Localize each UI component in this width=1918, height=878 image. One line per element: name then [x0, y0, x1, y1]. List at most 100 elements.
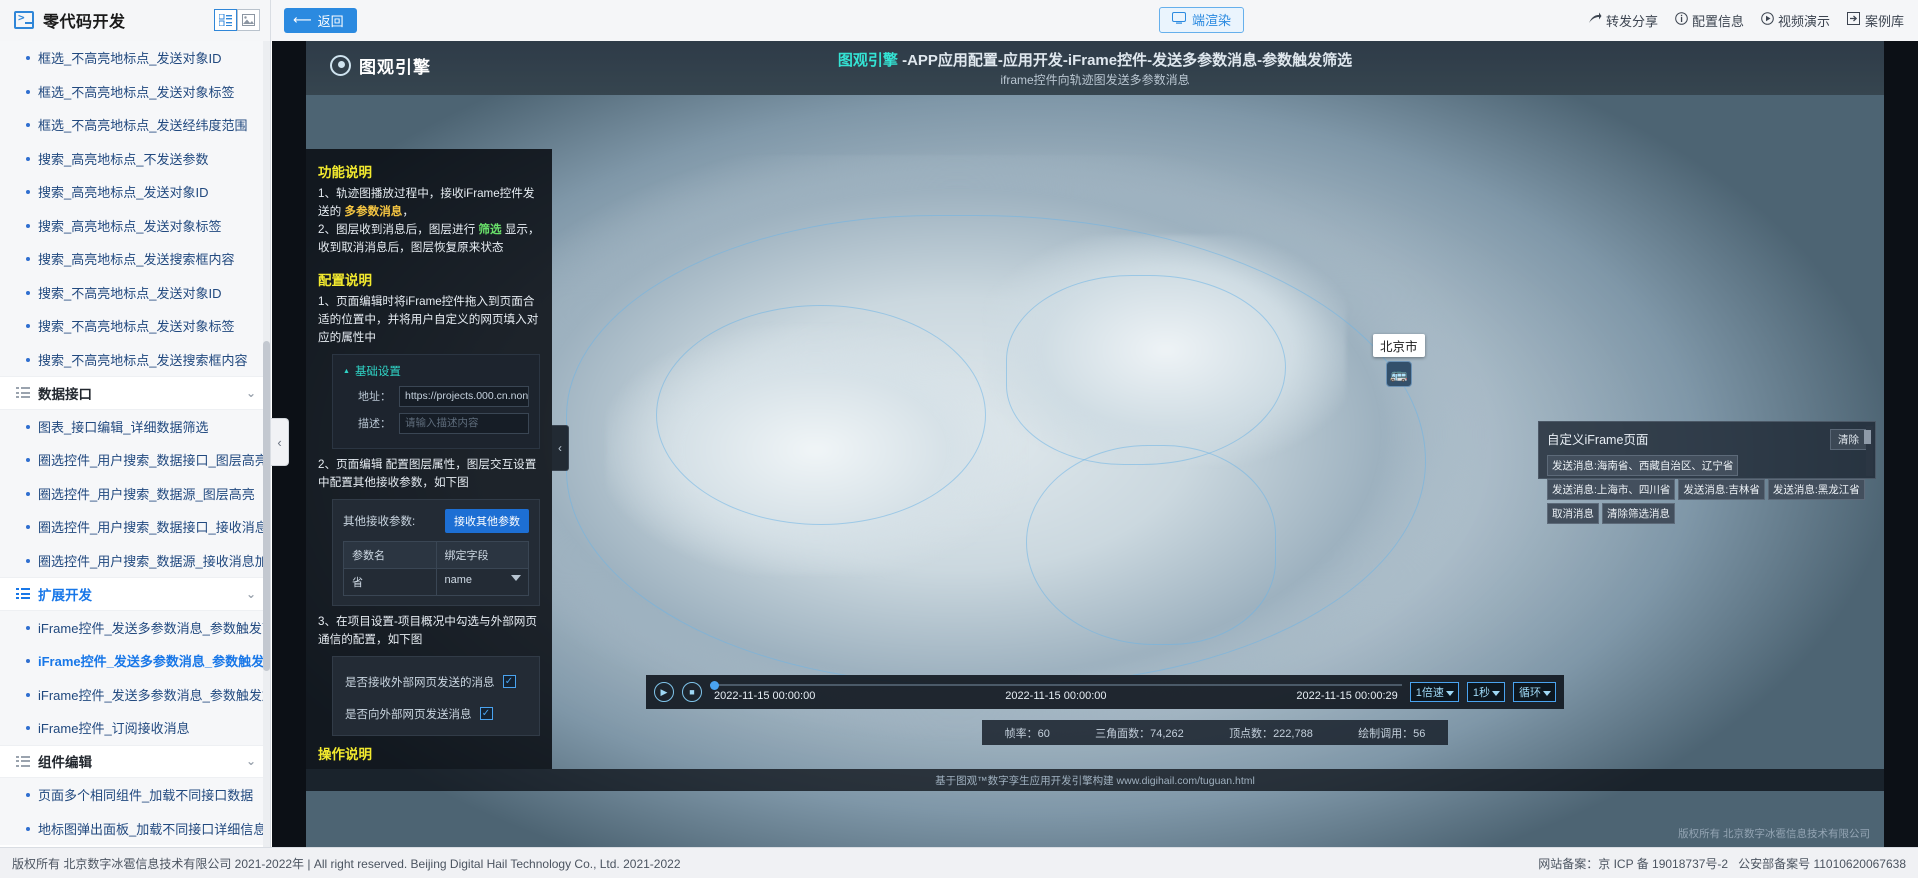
stop-icon[interactable]: ■	[682, 682, 702, 702]
address-input[interactable]: https://projects.000.cn.non.....myhu	[399, 385, 529, 407]
params-row-bind-value: name	[444, 573, 473, 586]
case-library-link[interactable]: 案例库	[1846, 11, 1904, 30]
back-button[interactable]: ⟵ 返回	[284, 7, 357, 33]
sidebar-group-21[interactable]: 组件编辑 ⌄	[0, 744, 270, 778]
send-external-checkbox[interactable]: ✓	[479, 707, 493, 721]
sidebar-item-8[interactable]: 搜索_不高亮地标点_发送对象标签	[0, 309, 270, 343]
sidebar-item-15[interactable]: 圈选控件_用户搜索_数据源_接收消息加...	[0, 543, 270, 577]
function-desc-line2-a: 2、图层收到消息后，图层进行	[318, 222, 479, 236]
instruction-panel-collapse-handle[interactable]: ‹	[552, 425, 569, 471]
instruction-panel: 功能说明 1、轨迹图播放过程中，接收iFrame控件发送的 多参数消息， 2、图…	[306, 149, 552, 769]
case-library-label: 案例库	[1864, 13, 1904, 29]
video-demo-link[interactable]: 视频演示	[1761, 11, 1830, 30]
sidebar-scrollbar-track[interactable]	[263, 41, 270, 847]
sidebar-scrollbar-thumb[interactable]	[263, 341, 270, 671]
sidebar-item-label: 搜索_高亮地标点_发送对象ID	[38, 185, 209, 201]
sidebar-collapse-handle[interactable]: ‹	[271, 418, 289, 466]
sidebar-item-3[interactable]: 搜索_高亮地标点_不发送参数	[0, 141, 270, 175]
sidebar-item-6[interactable]: 搜索_高亮地标点_发送搜索框内容	[0, 242, 270, 276]
clear-button[interactable]: 清除	[1830, 429, 1867, 450]
custom-iframe-header: 自定义iFrame页面 清除	[1547, 429, 1867, 450]
app-title-rest: -APP应用配置-应用开发-iFrame控件-发送多参数消息-参数触发筛选	[897, 52, 1353, 69]
sidebar-group-16[interactable]: 扩展开发 ⌄	[0, 577, 270, 611]
sidebar-item-label: 页面多个相同组件_加载不同接口数据	[38, 788, 254, 804]
map-marker-beijing[interactable]: 北京市 🚌	[1373, 334, 1425, 387]
config-info-link[interactable]: 配置信息	[1675, 11, 1744, 30]
sidebar-item-4[interactable]: 搜索_高亮地标点_发送对象ID	[0, 175, 270, 209]
back-arrow-icon: ⟵	[293, 12, 312, 27]
sidebar-item-12[interactable]: 圈选控件_用户搜索_数据接口_图层高亮	[0, 443, 270, 477]
list-view-icon[interactable]	[214, 9, 237, 31]
sidebar-item-label: 搜索_不高亮地标点_发送对象ID	[38, 285, 222, 301]
receive-external-label: 是否接收外部网页发送的消息	[345, 676, 495, 689]
timeline-playhead[interactable]	[710, 680, 719, 690]
sidebar-item-22[interactable]: 页面多个相同组件_加载不同接口数据	[0, 778, 270, 812]
step-select[interactable]: 1秒	[1466, 682, 1505, 702]
share-link[interactable]: 转发分享	[1588, 11, 1658, 30]
iframe-scrollbar-track[interactable]	[1864, 426, 1873, 476]
sidebar-item-14[interactable]: 圈选控件_用户搜索_数据接口_接收消息...	[0, 510, 270, 544]
iframe-message-button-3[interactable]: 发送消息:黑龙江省	[1767, 479, 1865, 500]
loop-select[interactable]: 循环	[1513, 682, 1556, 702]
receive-params-header: 其他接收参数: 接收其他参数	[343, 508, 529, 533]
sidebar-item-label: 搜索_不高亮地标点_发送搜索框内容	[38, 352, 248, 368]
description-input[interactable]: 请输入描述内容	[399, 412, 529, 434]
sidebar-item-label: iFrame控件_发送多参数消息_参数触发加...	[38, 687, 270, 703]
receive-external-checkbox[interactable]: ✓	[502, 675, 516, 689]
card-view-icon[interactable]	[237, 9, 260, 31]
iframe-message-button-4[interactable]: 取消消息	[1547, 503, 1599, 524]
fps-value: 60	[1037, 727, 1050, 740]
sidebar-item-label: 搜索_高亮地标点_不发送参数	[38, 151, 209, 167]
play-icon[interactable]: ▶	[654, 682, 674, 702]
timeline-track[interactable]: 2022-11-15 00:00:00 2022-11-15 00:00:00 …	[710, 675, 1402, 709]
sidebar-group-10[interactable]: 数据接口 ⌄	[0, 376, 270, 410]
chevron-down-icon[interactable]: ⌄	[246, 386, 256, 400]
sidebar-item-2[interactable]: 框选_不高亮地标点_发送经纬度范围	[0, 108, 270, 142]
iframe-message-button-1[interactable]: 发送消息:上海市、四川省	[1547, 479, 1676, 500]
sidebar-item-20[interactable]: iFrame控件_订阅接收消息	[0, 711, 270, 745]
iframe-scrollbar-thumb[interactable]	[1864, 430, 1871, 444]
send-external-label: 是否向外部网页发送消息	[345, 708, 472, 721]
list-group-icon	[16, 755, 30, 767]
params-row-bind-select[interactable]: name	[437, 569, 529, 595]
iframe-message-button-0[interactable]: 发送消息:海南省、西藏自治区、辽宁省	[1547, 455, 1739, 476]
params-table-header: 参数名 绑定字段	[344, 541, 528, 568]
sidebar-item-7[interactable]: 搜索_不高亮地标点_发送对象ID	[0, 275, 270, 309]
receive-other-params-button[interactable]: 接收其他参数	[445, 508, 529, 533]
iframe-message-button-5[interactable]: 清除筛选消息	[1602, 503, 1675, 524]
sidebar-item-1[interactable]: 框选_不高亮地标点_发送对象标签	[0, 74, 270, 108]
footer-police[interactable]: 公安部备案号 11010620067638	[1738, 855, 1906, 872]
iframe-message-button-2[interactable]: 发送消息:吉林省	[1678, 479, 1765, 500]
list-group-icon	[16, 387, 30, 399]
address-label: 地址：	[358, 391, 391, 404]
sidebar-item-9[interactable]: 搜索_不高亮地标点_发送搜索框内容	[0, 342, 270, 376]
footer-icp-value[interactable]: 京 ICP 备 19018737号-2	[1598, 857, 1728, 871]
timeline-times: 2022-11-15 00:00:00 2022-11-15 00:00:00 …	[710, 690, 1402, 702]
map-marker-label: 北京市	[1373, 334, 1425, 357]
client-render-button[interactable]: 端渲染	[1159, 6, 1245, 33]
export-box-icon	[1846, 12, 1861, 28]
chevron-down-icon[interactable]: ⌄	[246, 587, 256, 601]
sidebar-item-17[interactable]: iFrame控件_发送多参数消息_参数触发高...	[0, 610, 270, 644]
footer-copyright: 版权所有 北京数字冰雹信息技术有限公司 2021-2022年 | All rig…	[12, 856, 681, 871]
sidebar-item-23[interactable]: 地标图弹出面板_加载不同接口详细信息	[0, 811, 270, 845]
sidebar-item-0[interactable]: 框选_不高亮地标点_发送对象ID	[0, 41, 270, 75]
sidebar-item-11[interactable]: 图表_接口编辑_详细数据筛选	[0, 409, 270, 443]
sidebar-item-19[interactable]: iFrame控件_发送多参数消息_参数触发加...	[0, 677, 270, 711]
drawcall-label: 绘制调用：	[1358, 727, 1414, 740]
sidebar-item-label: 圈选控件_用户搜索_数据接口_图层高亮	[38, 453, 268, 469]
description-field-row: 描述： 请输入描述内容	[343, 412, 529, 434]
chevron-down-icon[interactable]: ⌄	[246, 754, 256, 768]
sidebar-item-13[interactable]: 圈选控件_用户搜索_数据源_图层高亮	[0, 476, 270, 510]
sidebar-group-label: 扩展开发	[38, 587, 92, 603]
sidebar-item-18[interactable]: iFrame控件_发送多参数消息_参数触发...	[0, 644, 270, 678]
info-circle-icon	[1675, 12, 1688, 28]
view-toggle-group[interactable]	[214, 9, 260, 31]
bus-marker-icon[interactable]: 🚌	[1385, 361, 1412, 387]
sidebar-item-label: 地标图弹出面板_加载不同接口详细信息	[38, 821, 267, 837]
speed-select[interactable]: 1倍速	[1409, 682, 1459, 702]
map-canvas[interactable]: 北京市 🚌 功能说明 1、轨迹图播放过程中，接收iFrame控件发送的 多参数消…	[306, 95, 1884, 847]
play-circle-icon	[1761, 12, 1774, 28]
sidebar-item-label: 圈选控件_用户搜索_数据接口_接收消息...	[38, 520, 270, 536]
sidebar-item-5[interactable]: 搜索_高亮地标点_发送对象标签	[0, 208, 270, 242]
